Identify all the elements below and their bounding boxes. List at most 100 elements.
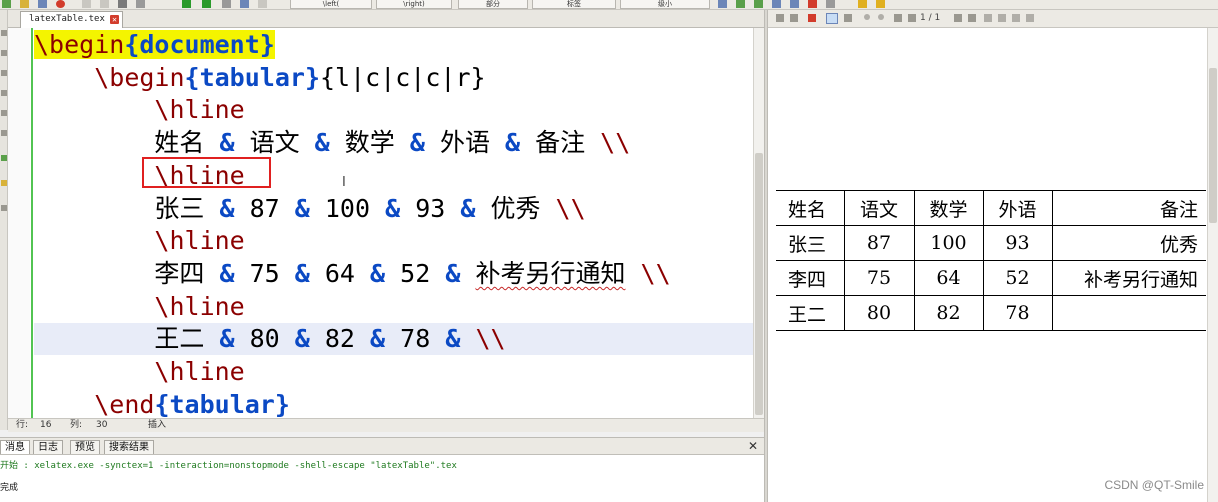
tab-messages[interactable]: 消息 (0, 440, 30, 454)
pdf-external-icon[interactable] (1026, 14, 1034, 22)
greek-icon[interactable] (1, 90, 7, 96)
document-tabbar: latexTable.tex ✕ (8, 10, 764, 28)
pdf-page-indicator[interactable]: 1 / 1 (920, 10, 940, 27)
col-label: 列: (70, 420, 83, 430)
code-line[interactable]: \hline (34, 356, 753, 388)
insert-mode: 插入 (148, 420, 167, 430)
run-icon[interactable] (202, 0, 211, 8)
code-line[interactable]: \hline (34, 291, 753, 323)
relation-icon[interactable] (1, 130, 7, 136)
code-line[interactable]: 李四 & 75 & 64 & 52 & 补考另行通知 \\ (34, 258, 753, 290)
redo-icon[interactable] (100, 0, 109, 8)
pdf-next-icon[interactable] (878, 14, 884, 20)
code-line[interactable]: \begin{tabular}{l|c|c|c|r} (34, 62, 753, 94)
messages-panel: 消息 日志 预览 搜索结果 ✕ 开始 : xelatex.exe -syncte… (0, 437, 764, 502)
pdf-fit-width-icon[interactable] (984, 14, 992, 22)
structure-icon[interactable] (1, 30, 7, 36)
editor-scroll-thumb[interactable] (755, 153, 763, 415)
right-delimiter-select[interactable]: \right) (376, 0, 452, 9)
close-doc-icon[interactable] (56, 0, 65, 8)
tab-close-icon[interactable]: ✕ (110, 15, 119, 24)
table-cell: 82 (913, 295, 983, 331)
new-file-icon[interactable] (2, 0, 11, 8)
table-icon[interactable] (718, 0, 727, 8)
column-separator: & (314, 128, 330, 158)
view-icon[interactable] (240, 0, 249, 8)
pdf-last-page-icon[interactable] (968, 14, 976, 22)
table-row: 张三 87 100 93 优秀 (776, 225, 1206, 261)
user-icon[interactable] (1, 205, 7, 211)
pdf-zoom-icon[interactable] (826, 13, 838, 24)
code-line[interactable]: \hline (34, 225, 753, 257)
panel-close-icon[interactable]: ✕ (748, 439, 758, 453)
row-end: \\ (600, 128, 631, 158)
code-line[interactable]: \end{tabular} (34, 389, 753, 418)
table-cell: 备注 (1051, 190, 1206, 226)
table-cell: 张三 (776, 225, 844, 261)
column-separator: & (460, 193, 476, 223)
code-line[interactable]: 姓名 & 语文 & 数学 & 外语 & 备注 \\ (34, 127, 753, 159)
tab-log[interactable]: 日志 (33, 440, 63, 454)
section-select[interactable]: 部分 (458, 0, 528, 9)
undo-icon[interactable] (82, 0, 91, 8)
latex-command: \hline (154, 291, 245, 321)
latex-argument: {document} (124, 30, 275, 59)
pdf-scrollbar[interactable] (1207, 28, 1218, 502)
pdf-bookmark-icon[interactable] (808, 14, 816, 22)
code-line[interactable]: \hline (34, 94, 753, 126)
symbol-icon[interactable] (1, 70, 7, 76)
code-line[interactable]: 张三 & 87 & 100 & 93 & 优秀 \\ (34, 193, 753, 225)
latex-argument: {tabular} (184, 62, 320, 92)
table-cell: 93 (982, 225, 1052, 261)
quick-build-icon[interactable] (182, 0, 191, 8)
pdf-prev-page-icon[interactable] (908, 14, 916, 22)
label-select[interactable]: 标签 (532, 0, 616, 9)
arrow-icon[interactable] (1, 110, 7, 116)
pdf-first-page-icon[interactable] (894, 14, 902, 22)
column-separator: & (505, 128, 521, 158)
figure-icon[interactable] (808, 0, 817, 8)
pdf-hand-icon[interactable] (844, 14, 852, 22)
stop-icon[interactable] (222, 0, 231, 8)
tab-latextable[interactable]: latexTable.tex ✕ (20, 11, 123, 28)
pdf-scroll-thumb[interactable] (1209, 68, 1217, 223)
text-cursor-icon: I (342, 175, 346, 190)
tabbing-icon[interactable] (754, 0, 763, 8)
code-line[interactable]: \begin{document} (34, 29, 753, 61)
save-icon[interactable] (38, 0, 47, 8)
pdf-search-icon[interactable] (1012, 14, 1020, 22)
code-line[interactable]: 王二 & 80 & 82 & 78 & \\ (34, 323, 753, 356)
code-editor[interactable]: \begin{document} \begin{tabular}{l|c|c|c… (8, 28, 753, 418)
left-delimiter-select[interactable]: \left( (290, 0, 372, 9)
tabular-icon[interactable] (736, 0, 745, 8)
open-file-icon[interactable] (20, 0, 29, 8)
pdf-next-page-icon[interactable] (954, 14, 962, 22)
array-icon[interactable] (772, 0, 781, 8)
error-icon[interactable] (876, 0, 885, 8)
log-icon[interactable] (258, 0, 267, 8)
editor-scrollbar[interactable] (753, 28, 764, 418)
table-cell: 80 (843, 295, 914, 331)
pdf-grid-icon[interactable] (776, 14, 784, 22)
bookmark-icon[interactable] (1, 50, 7, 56)
warning-icon[interactable] (858, 0, 867, 8)
image-icon[interactable] (826, 0, 835, 8)
matrix-icon[interactable] (790, 0, 799, 8)
pdf-prev-icon[interactable] (864, 14, 870, 20)
tab-preview[interactable]: 预览 (70, 440, 100, 454)
pdf-list-icon[interactable] (790, 14, 798, 22)
change-marker (31, 28, 33, 418)
tab-search-results[interactable]: 搜索结果 (104, 440, 154, 454)
latex-command: \begin (94, 62, 185, 92)
code-text: 语文 (234, 128, 315, 158)
favorite-icon[interactable] (1, 180, 7, 186)
cut-icon[interactable] (118, 0, 127, 8)
copy-icon[interactable] (136, 0, 145, 8)
misc-icon[interactable] (1, 155, 7, 161)
column-separator: & (370, 258, 386, 288)
pdf-fit-page-icon[interactable] (998, 14, 1006, 22)
size-select[interactable]: 级小 (620, 0, 710, 9)
